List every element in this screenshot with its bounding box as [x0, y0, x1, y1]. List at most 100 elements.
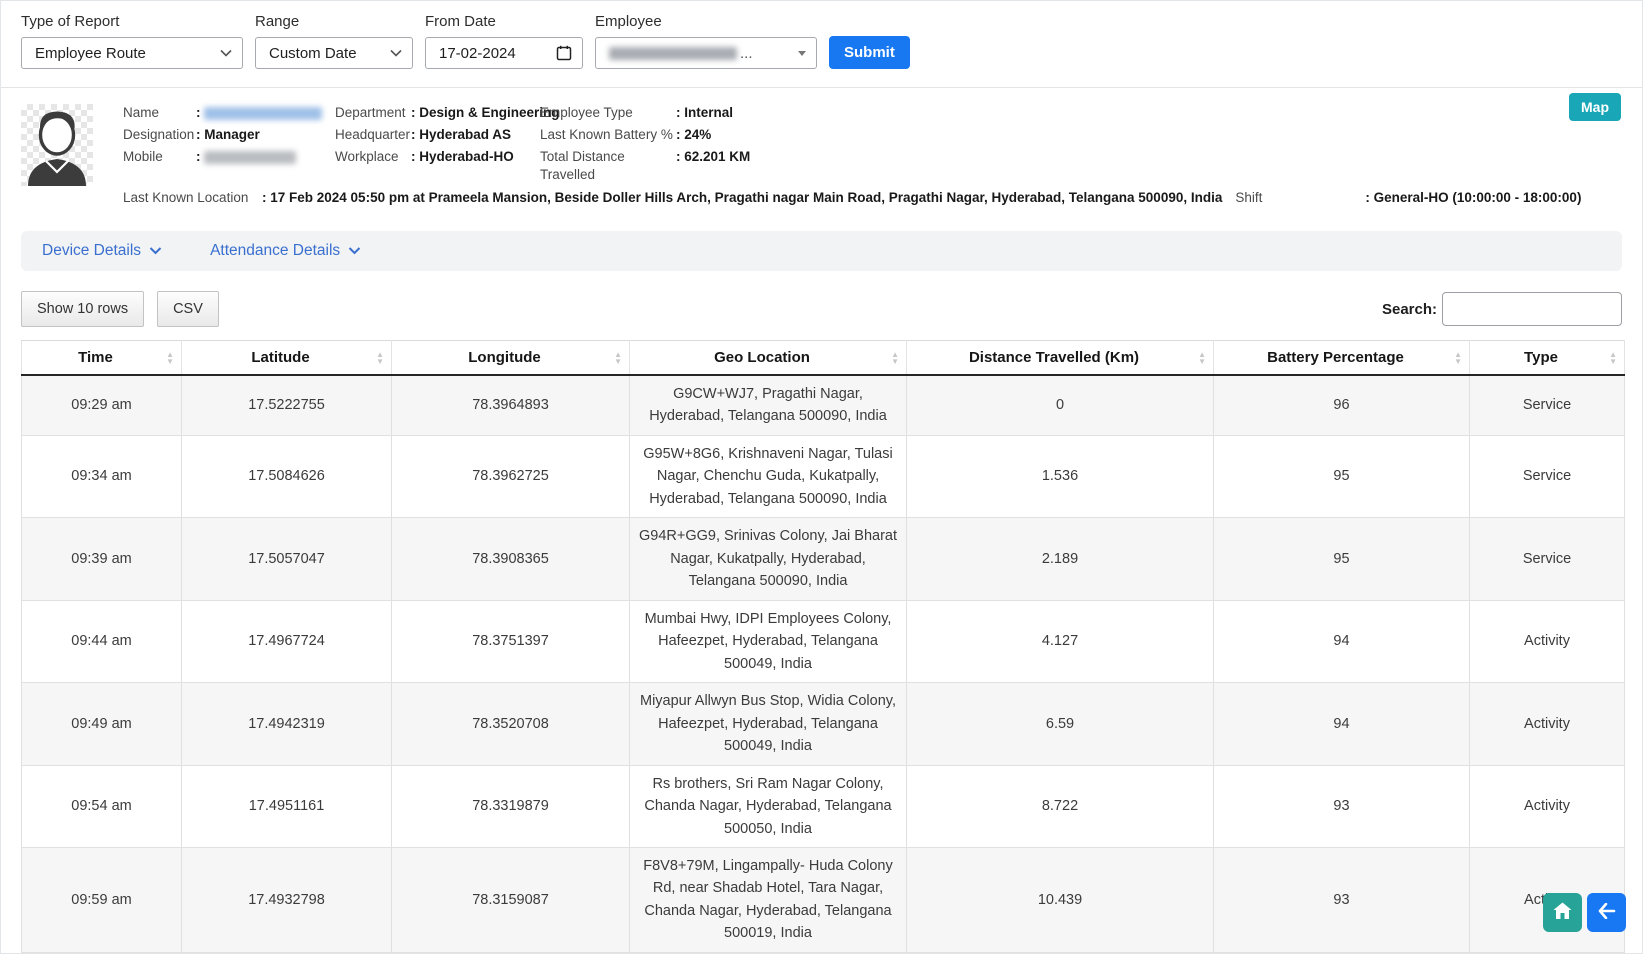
column-header-battery-percentage[interactable]: Battery Percentage▲▼ [1214, 341, 1470, 376]
search-label: Search: [1382, 301, 1437, 318]
table-row: 09:39 am17.505704778.3908365G94R+GG9, Sr… [22, 518, 1625, 600]
cell-latitude: 17.5084626 [182, 435, 392, 517]
info-field-value: : Design & Engineering [411, 104, 560, 122]
sort-arrows-icon: ▲▼ [166, 351, 174, 365]
person-silhouette-icon [21, 104, 93, 186]
submit-button[interactable]: Submit [829, 36, 910, 69]
cell-latitude: 17.5057047 [182, 518, 392, 600]
column-header-type[interactable]: Type▲▼ [1470, 341, 1625, 376]
redacted-value [204, 107, 322, 120]
type-of-report-select[interactable]: Employee Route [21, 37, 243, 69]
table-row: 09:44 am17.496772478.3751397Mumbai Hwy, … [22, 600, 1625, 682]
column-header-time[interactable]: Time▲▼ [22, 341, 182, 376]
redacted-value [204, 151, 296, 164]
map-button[interactable]: Map [1569, 93, 1621, 121]
cell-type: Service [1470, 375, 1625, 435]
cell-geo-location: Miyapur Allwyn Bus Stop, Widia Colony, H… [630, 683, 907, 765]
chevron-down-icon [149, 242, 162, 260]
cell-geo-location: Mumbai Hwy, IDPI Employees Colony, Hafee… [630, 600, 907, 682]
cell-longitude: 78.3908365 [392, 518, 630, 600]
column-header-distance-travelled-km-[interactable]: Distance Travelled (Km)▲▼ [907, 341, 1214, 376]
cell-type: Activity [1470, 683, 1625, 765]
cell-distance-travelled-km-: 10.439 [907, 847, 1214, 952]
table-row: 09:49 am17.494231978.3520708Miyapur Allw… [22, 683, 1625, 765]
cell-latitude: 17.4942319 [182, 683, 392, 765]
back-button[interactable] [1587, 893, 1626, 932]
route-table-header-row: Time▲▼Latitude▲▼Longitude▲▼Geo Location▲… [22, 341, 1625, 376]
info-field-label: Employee Type [540, 104, 676, 122]
info-field: Last Known Battery %: 24% [540, 126, 860, 144]
info-field-label: Department [335, 104, 411, 122]
info-field-value: : 62.201 KM [676, 148, 750, 184]
type-of-report-field: Type of Report Employee Route [21, 13, 243, 69]
device-details-toggle[interactable]: Device Details [42, 242, 162, 260]
cell-longitude: 78.3751397 [392, 600, 630, 682]
sort-arrows-icon: ▲▼ [614, 351, 622, 365]
cell-time: 09:39 am [22, 518, 182, 600]
info-field: Workplace: Hyderabad-HO [335, 148, 540, 166]
employee-value-redacted: ... [609, 45, 753, 62]
cell-distance-travelled-km-: 4.127 [907, 600, 1214, 682]
from-date-label: From Date [425, 13, 583, 30]
info-field: Designation: Manager [123, 126, 335, 144]
detail-sections-bar: Device Details Attendance Details [21, 231, 1622, 271]
cell-latitude: 17.4932798 [182, 847, 392, 952]
info-column-2: Department: Design & EngineeringHeadquar… [335, 104, 540, 184]
cell-distance-travelled-km-: 8.722 [907, 765, 1214, 847]
info-field-label: Last Known Battery % [540, 126, 676, 144]
cell-time: 09:34 am [22, 435, 182, 517]
cell-distance-travelled-km-: 6.59 [907, 683, 1214, 765]
info-column-3: Employee Type: InternalLast Known Batter… [540, 104, 860, 184]
cell-battery-percentage: 94 [1214, 600, 1470, 682]
cell-type: Activity [1470, 600, 1625, 682]
range-field: Range Custom Date [255, 13, 413, 69]
cell-distance-travelled-km-: 0 [907, 375, 1214, 435]
info-field-label: Headquarter [335, 126, 411, 144]
info-field-value: : Manager [196, 126, 260, 144]
show-rows-button[interactable]: Show 10 rows [21, 291, 144, 327]
info-field-label: Designation [123, 126, 196, 144]
home-icon [1553, 902, 1572, 923]
cell-battery-percentage: 93 [1214, 765, 1470, 847]
sort-arrows-icon: ▲▼ [1609, 351, 1617, 365]
cell-time: 09:59 am [22, 847, 182, 952]
floating-buttons [1543, 893, 1626, 932]
column-header-latitude[interactable]: Latitude▲▼ [182, 341, 392, 376]
chevron-down-icon [390, 49, 402, 57]
chevron-down-icon [220, 49, 232, 57]
route-table-body: 09:29 am17.522275578.3964893G9CW+WJ7, Pr… [22, 375, 1625, 954]
last-known-location-label: Last Known Location [123, 189, 262, 207]
column-header-longitude[interactable]: Longitude▲▼ [392, 341, 630, 376]
cell-battery-percentage: 96 [1214, 375, 1470, 435]
from-date-field: From Date 17-02-2024 [425, 13, 583, 69]
cell-geo-location: Rs brothers, Sri Ram Nagar Colony, Chand… [630, 765, 907, 847]
cell-longitude: 78.3964893 [392, 375, 630, 435]
table-row: 09:54 am17.495116178.3319879Rs brothers,… [22, 765, 1625, 847]
cell-geo-location: G9CW+WJ7, Pragathi Nagar, Hyderabad, Tel… [630, 375, 907, 435]
info-field: Mobile: [123, 148, 335, 166]
arrow-left-icon [1598, 903, 1616, 922]
search-input[interactable] [1442, 292, 1622, 326]
employee-select[interactable]: ... [595, 37, 817, 69]
info-field-label: Total Distance Travelled [540, 148, 676, 184]
cell-battery-percentage: 95 [1214, 435, 1470, 517]
home-button[interactable] [1543, 893, 1582, 932]
calendar-icon[interactable] [556, 45, 572, 61]
cell-geo-location: G94R+GG9, Srinivas Colony, Jai Bharat Na… [630, 518, 907, 600]
table-row: 09:59 am17.493279878.3159087F8V8+79M, Li… [22, 847, 1625, 952]
shift-label: Shift [1235, 189, 1365, 207]
cell-time: 09:49 am [22, 683, 182, 765]
info-field-label: Name [123, 104, 196, 122]
info-field: Total Distance Travelled: 62.201 KM [540, 148, 860, 184]
info-column-1: Name: Designation: Manager Mobile: [123, 104, 335, 184]
table-row: 09:29 am17.522275578.3964893G9CW+WJ7, Pr… [22, 375, 1625, 435]
cell-distance-travelled-km-: 1.536 [907, 435, 1214, 517]
column-header-geo-location[interactable]: Geo Location▲▼ [630, 341, 907, 376]
info-field-label: Mobile [123, 148, 196, 166]
info-field-value: : [196, 104, 322, 122]
range-select[interactable]: Custom Date [255, 37, 413, 69]
attendance-details-toggle[interactable]: Attendance Details [210, 242, 361, 260]
from-date-input[interactable]: 17-02-2024 [425, 37, 583, 69]
csv-export-button[interactable]: CSV [157, 291, 219, 327]
cell-latitude: 17.4951161 [182, 765, 392, 847]
